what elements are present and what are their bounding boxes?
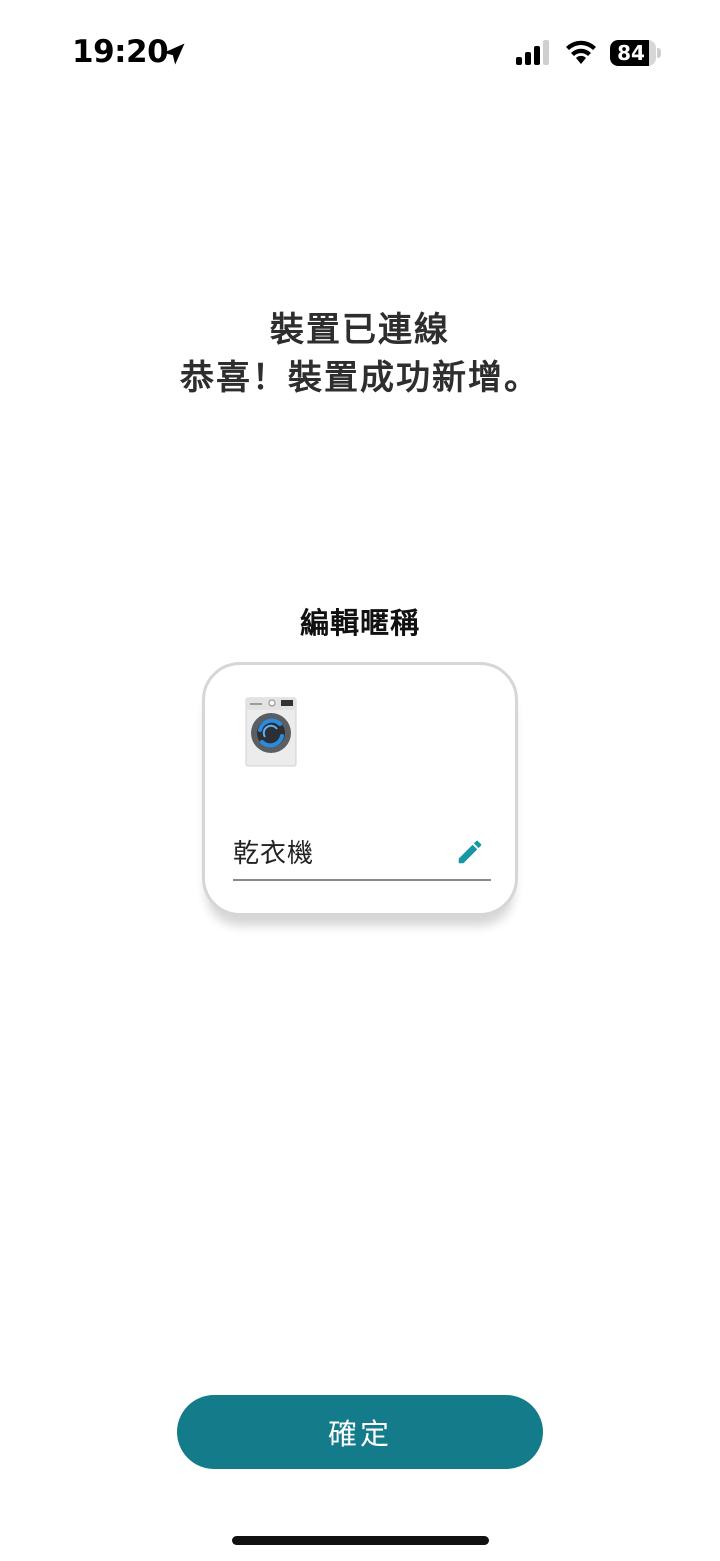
device-added-screen: 19:20 84 裝置已連線 恭喜！裝置成功新增。 編輯暱稱 乾衣機 確定 <box>0 0 720 1561</box>
page-subtitle: 恭喜！裝置成功新增。 <box>180 358 540 398</box>
nickname-field[interactable]: 乾衣機 <box>233 829 491 881</box>
cellular-signal-icon <box>516 40 549 65</box>
battery-cap <box>657 48 661 58</box>
battery-icon: 84 <box>610 40 656 66</box>
field-underline <box>233 879 491 881</box>
page-title: 裝置已連線 <box>270 310 450 350</box>
status-bar: 19:20 84 <box>0 0 720 100</box>
pencil-icon[interactable] <box>455 837 485 867</box>
device-card: 乾衣機 <box>202 662 518 916</box>
title-block: 裝置已連線 恭喜！裝置成功新增。 <box>0 306 720 402</box>
wifi-icon <box>566 40 596 64</box>
washer-dryer-icon <box>245 697 297 767</box>
status-time: 19:20 <box>72 34 169 70</box>
edit-nickname-label: 編輯暱稱 <box>299 606 420 640</box>
location-arrow-icon <box>163 43 185 65</box>
home-indicator[interactable] <box>232 1536 489 1545</box>
confirm-button[interactable]: 確定 <box>177 1395 543 1469</box>
nickname-value[interactable]: 乾衣機 <box>233 833 314 870</box>
battery-level: 84 <box>617 41 645 65</box>
